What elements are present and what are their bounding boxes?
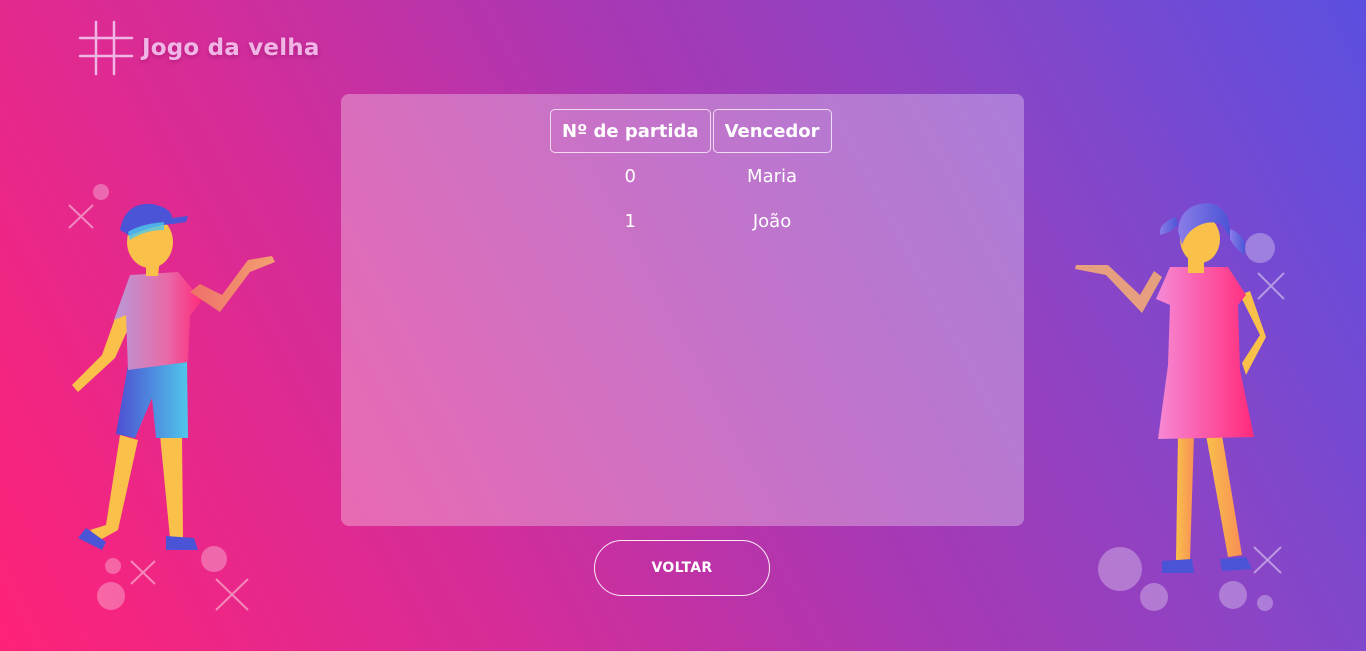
app-title: Jogo da velha — [142, 35, 320, 61]
back-button[interactable]: VOLTAR — [594, 540, 770, 596]
column-header-match-number: Nº de partida — [550, 109, 711, 153]
table-row: 1 João — [550, 200, 832, 243]
history-panel: Nº de partida Vencedor 0 Maria 1 João — [341, 94, 1024, 526]
match-number-cell: 1 — [624, 211, 636, 232]
girl-illustration — [1075, 203, 1285, 611]
column-header-winner: Vencedor — [712, 109, 832, 153]
brand-header: Jogo da velha — [78, 20, 320, 76]
winner-cell: João — [752, 211, 792, 232]
match-history-table: Nº de partida Vencedor 0 Maria 1 João — [548, 107, 834, 245]
boy-illustration — [68, 184, 275, 611]
hash-grid-icon — [78, 20, 134, 76]
table-row: 0 Maria — [550, 155, 832, 198]
winner-cell: Maria — [747, 166, 798, 187]
match-number-cell: 0 — [624, 166, 636, 187]
table-header-row: Nº de partida Vencedor — [550, 109, 832, 153]
